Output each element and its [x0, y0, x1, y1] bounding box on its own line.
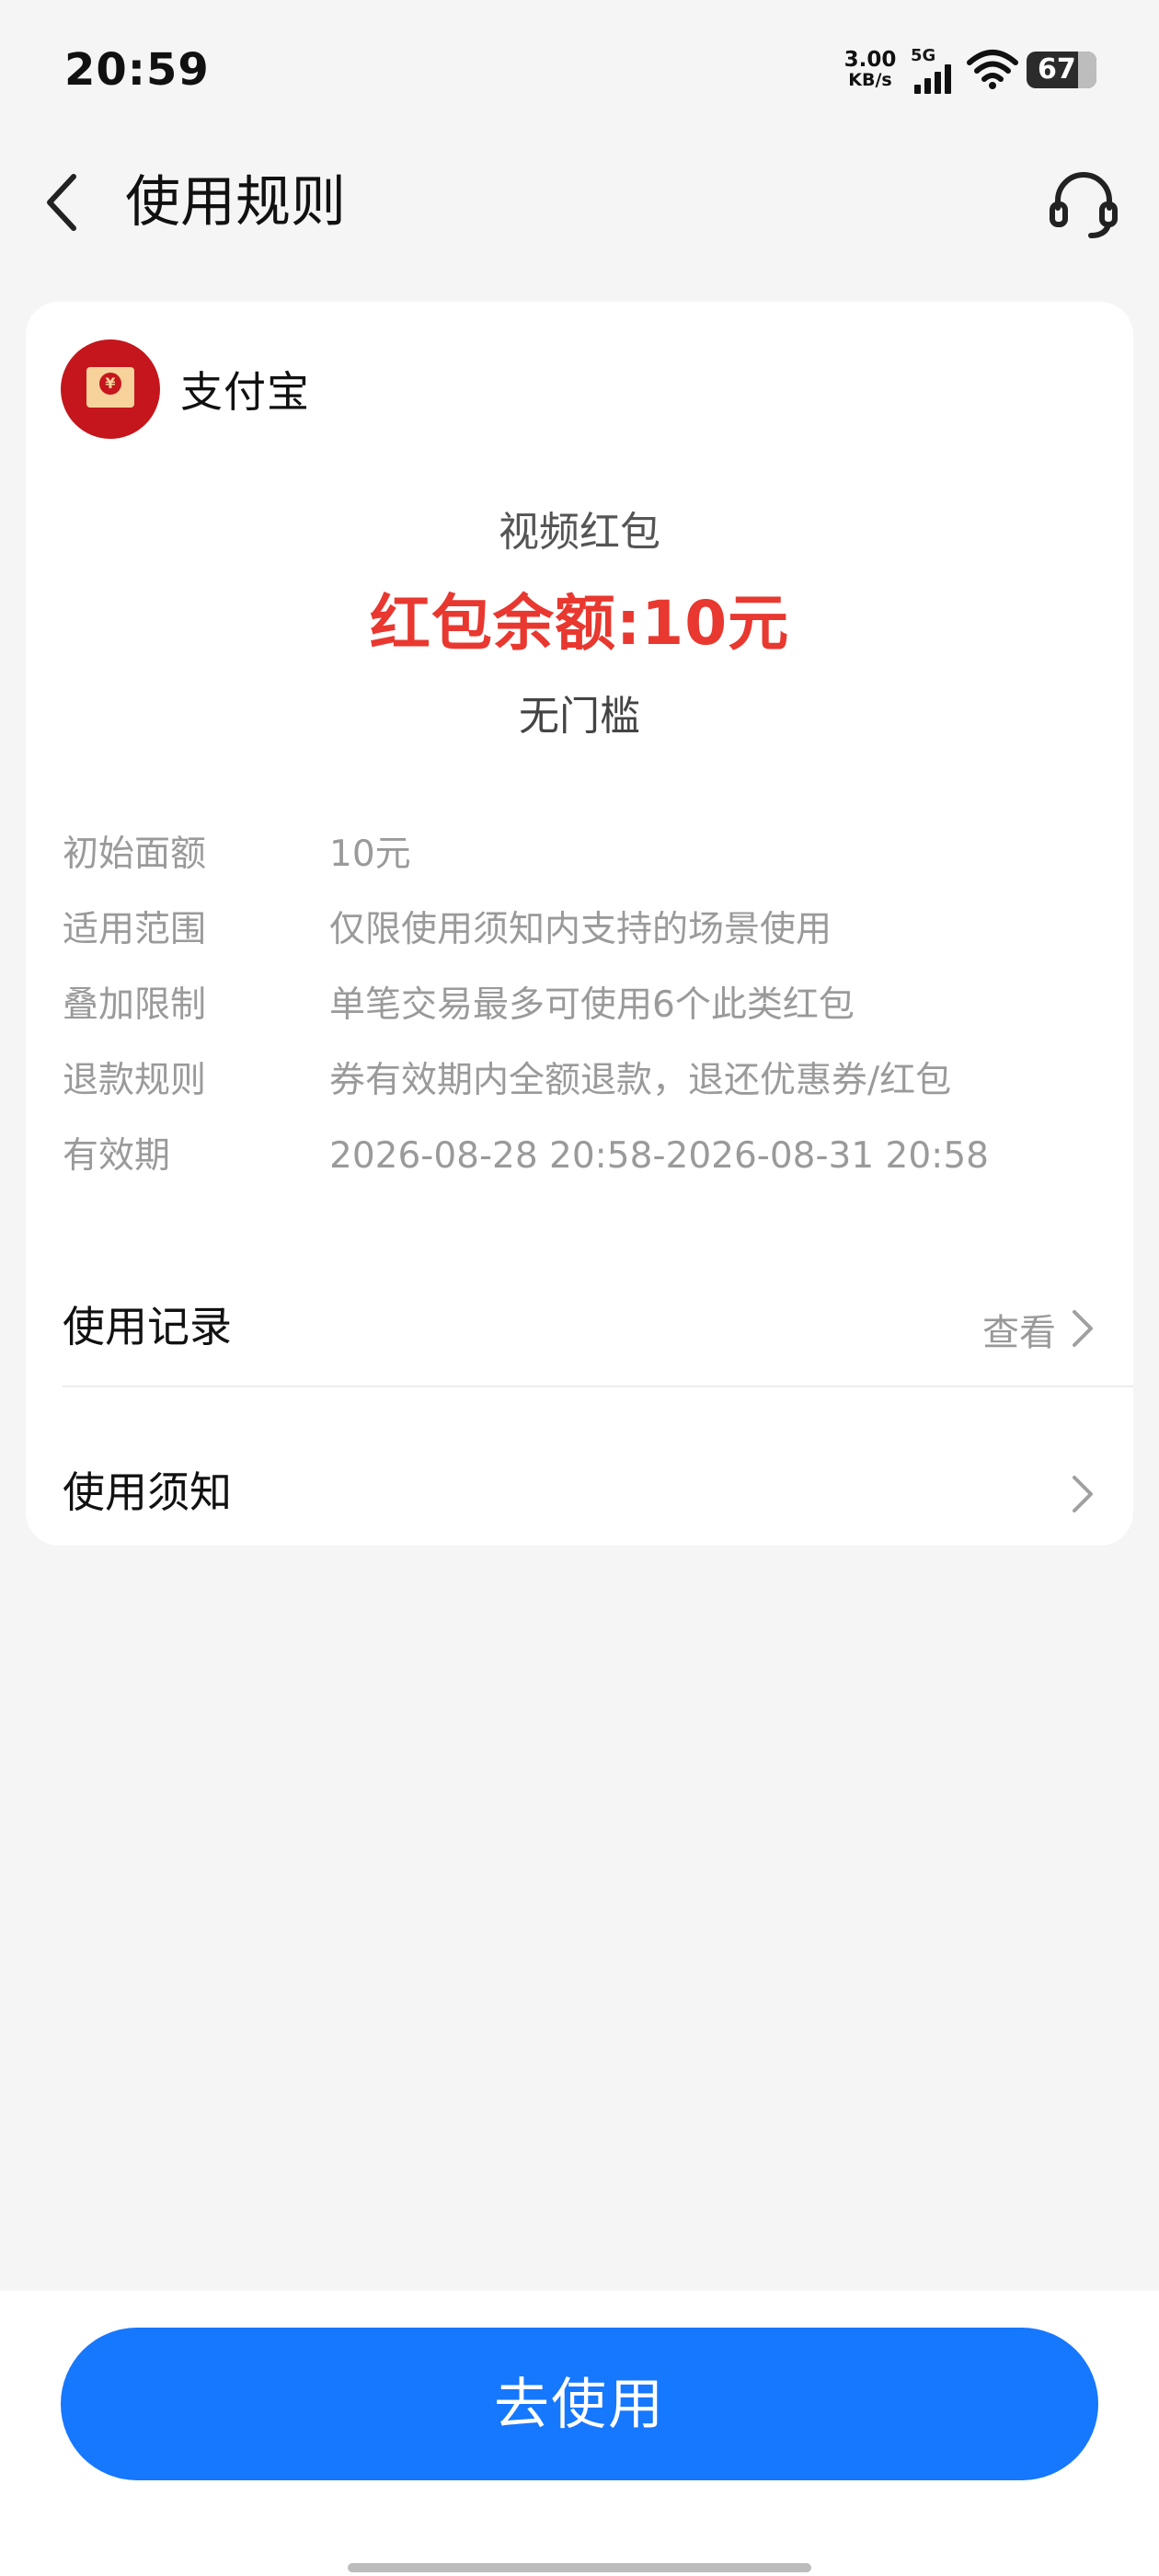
usage-notice-row[interactable]: 使用须知 — [63, 1432, 1133, 1542]
signal-icon: 5G — [911, 48, 957, 94]
rule-value: 10元 — [329, 834, 411, 875]
page-title: 使用规则 — [125, 170, 346, 235]
rule-row: 退款规则 券有效期内全额退款，退还优惠券/红包 — [63, 1043, 1102, 1119]
coupon-card: ¥ 支付宝 视频红包 红包余额:10元 无门槛 初始面额 10元 适用范围 仅限… — [26, 302, 1133, 1546]
status-time: 20:59 — [64, 44, 210, 96]
network-type: 5G — [911, 46, 936, 65]
rule-value: 单笔交易最多可使用6个此类红包 — [329, 984, 855, 1026]
rule-label: 有效期 — [63, 1135, 171, 1177]
chevron-right-icon — [1073, 1476, 1093, 1512]
rule-value: 仅限使用须知内支持的场景使用 — [329, 909, 832, 950]
go-use-button[interactable]: 去使用 — [61, 2328, 1098, 2480]
rule-label: 叠加限制 — [63, 984, 207, 1026]
red-envelope-icon: ¥ — [61, 339, 160, 439]
battery-level: 67 — [1038, 53, 1076, 86]
battery-icon: 67 — [1027, 52, 1096, 88]
usage-record-row[interactable]: 使用记录 查看 — [63, 1266, 1133, 1376]
rule-row: 初始面额 10元 — [63, 817, 1102, 892]
usage-record-title: 使用记录 — [63, 1302, 232, 1351]
network-speed-value: 3.00 — [843, 48, 897, 72]
rule-label: 适用范围 — [63, 909, 207, 950]
home-indicator[interactable] — [348, 2563, 811, 2572]
view-link[interactable]: 查看 — [982, 1303, 1056, 1356]
coupon-type: 视频红包 — [499, 509, 660, 556]
customer-service-button[interactable] — [1045, 166, 1122, 243]
chevron-left-icon — [47, 174, 76, 231]
rule-value: 券有效期内全额退款，退还优惠券/红包 — [329, 1060, 952, 1101]
balance-amount: 红包余额:10元 — [369, 588, 790, 659]
rule-label: 初始面额 — [63, 834, 207, 875]
rule-row: 适用范围 仅限使用须知内支持的场景使用 — [63, 892, 1102, 968]
rule-label: 退款规则 — [63, 1060, 207, 1101]
usage-notice-title: 使用须知 — [63, 1467, 232, 1517]
network-speed: 3.00 KB/s — [843, 48, 898, 91]
network-speed-unit: KB/s — [848, 70, 892, 90]
rule-row: 叠加限制 单笔交易最多可使用6个此类红包 — [63, 968, 1102, 1043]
bottom-bar: 去使用 — [0, 2291, 1159, 2576]
brand-name: 支付宝 — [180, 367, 310, 417]
status-bar: 20:59 3.00 KB/s 5G 67 — [0, 0, 1159, 138]
wifi-icon — [967, 50, 1018, 89]
header: 使用规则 — [0, 138, 1159, 267]
threshold-text: 无门槛 — [519, 693, 640, 740]
rule-value: 2026-08-28 20:58-2026-08-31 20:58 — [329, 1135, 989, 1177]
divider — [63, 1386, 1133, 1387]
headset-icon — [1050, 172, 1118, 238]
rule-row: 有效期 2026-08-28 20:58-2026-08-31 20:58 — [63, 1119, 1102, 1194]
brand-row: ¥ 支付宝 — [61, 339, 310, 440]
chevron-right-icon — [1073, 1310, 1093, 1347]
rules-list: 初始面额 10元 适用范围 仅限使用须知内支持的场景使用 叠加限制 单笔交易最多… — [63, 817, 1102, 1194]
back-button[interactable] — [28, 166, 101, 239]
